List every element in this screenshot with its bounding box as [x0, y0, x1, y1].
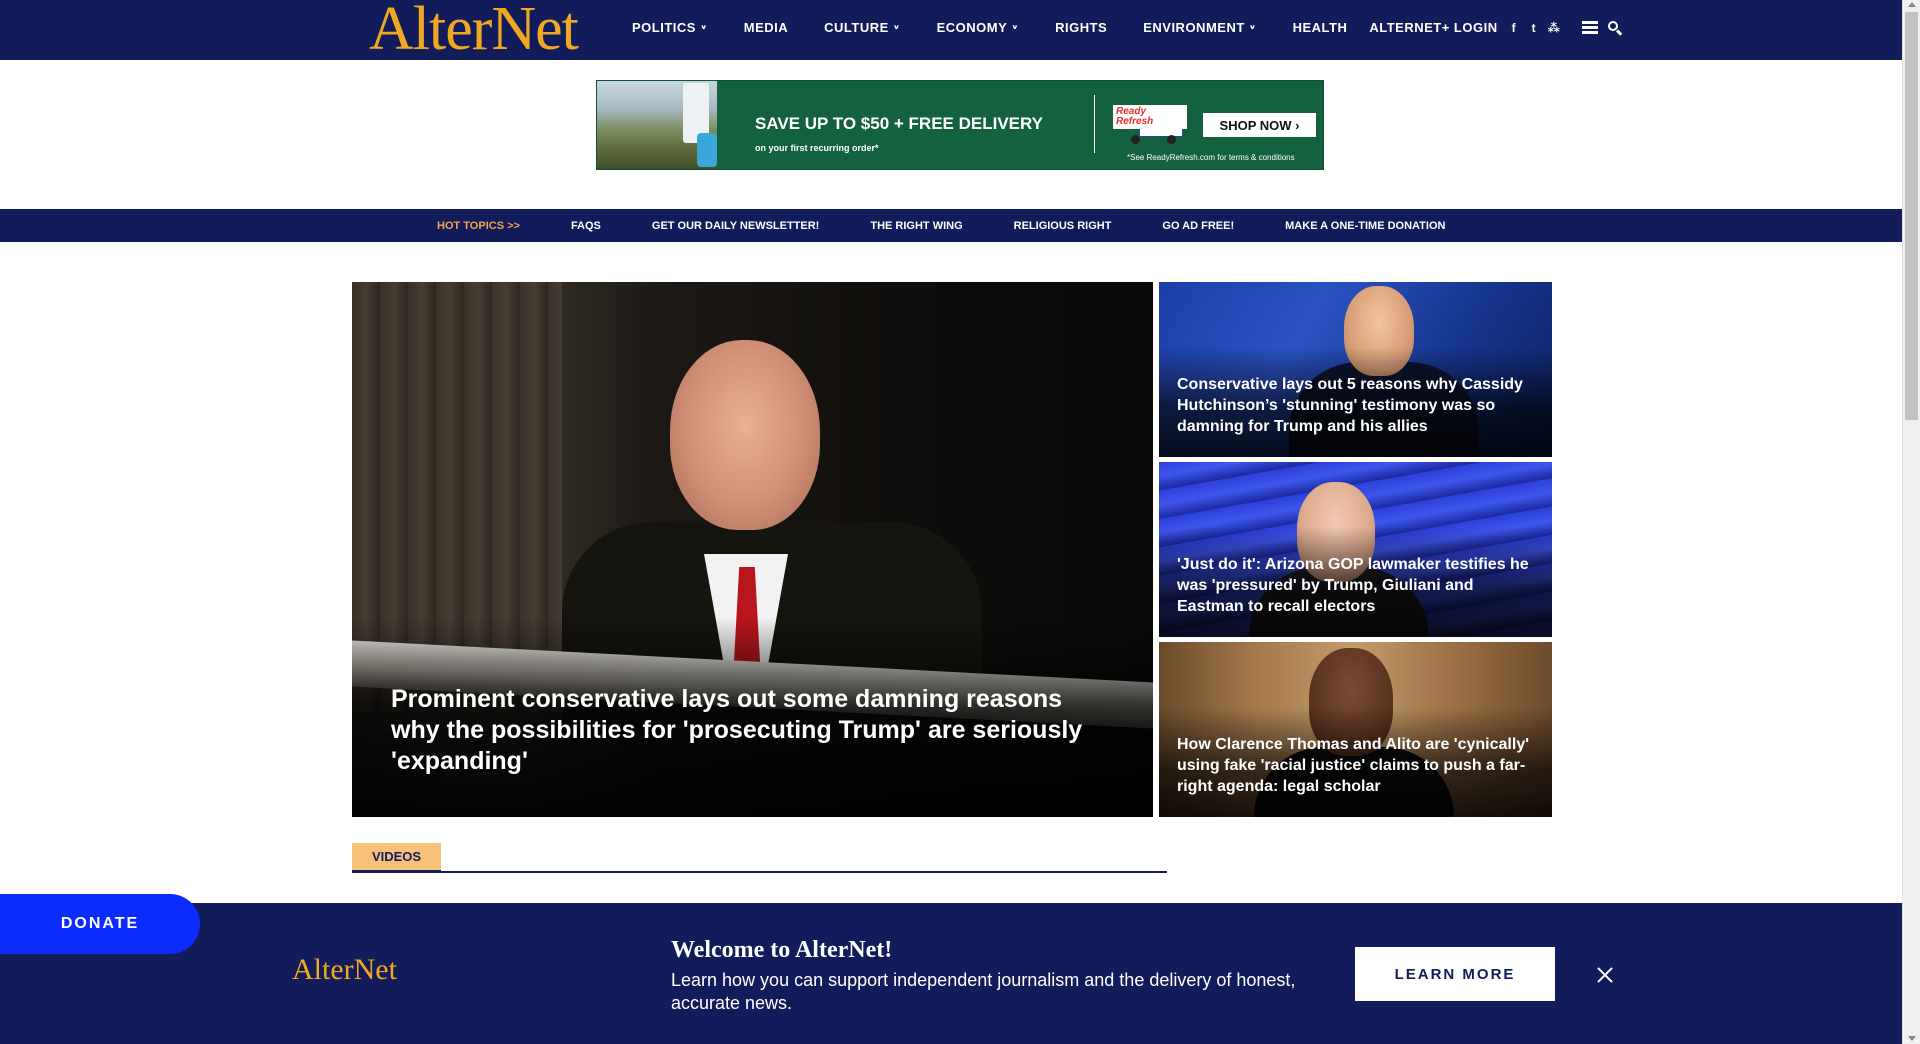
truck-icon: Ready Refresh — [1109, 103, 1187, 145]
shop-now-button[interactable]: SHOP NOW › — [1203, 113, 1316, 137]
side-story-title[interactable]: 'Just do it': Arizona GOP lawmaker testi… — [1177, 554, 1537, 617]
learn-more-button[interactable]: LEARN MORE — [1355, 947, 1555, 1001]
menu-icon[interactable] — [1581, 21, 1598, 34]
ad-brand-logo: Ready Refresh — [1113, 105, 1187, 129]
chevron-down-icon: ∨ — [699, 23, 708, 31]
welcome-banner: AlterNet Welcome to AlterNet! Learn how … — [0, 903, 1902, 1044]
videos-section-tab[interactable]: VIDEOS — [352, 843, 441, 872]
nav-politics-label: POLITICS — [632, 20, 696, 35]
ad-headline: SAVE UP TO $50 + FREE DELIVERY — [755, 114, 1043, 133]
subnav-faqs[interactable]: FAQS — [571, 220, 601, 232]
subnav-religious-right[interactable]: RELIGIOUS RIGHT — [1014, 220, 1112, 232]
nav-culture-label: CULTURE — [824, 20, 889, 35]
water-bottle-image — [697, 133, 717, 167]
side-story-card[interactable]: Conservative lays out 5 reasons why Cass… — [1159, 282, 1552, 457]
chevron-down-icon: ∨ — [1011, 23, 1020, 31]
main-nav-links: POLITICS ∨ MEDIA CULTURE ∨ ECONOMY ∨ RIG… — [632, 0, 1622, 55]
videos-divider — [352, 871, 1167, 873]
subnav-right-wing[interactable]: THE RIGHT WING — [870, 220, 962, 232]
rss-icon[interactable]: ⁂ — [1548, 21, 1560, 35]
ad-divider — [1094, 95, 1095, 153]
ad-subline: on your first recurring order* — [755, 143, 879, 153]
ad-image — [597, 81, 717, 169]
top-nav: AlterNet POLITICS ∨ MEDIA CULTURE ∨ ECON… — [0, 0, 1902, 60]
donate-button[interactable]: DONATE — [0, 894, 200, 954]
welcome-text: Learn how you can support independent jo… — [671, 970, 1296, 1013]
subnav-ad-free[interactable]: GO AD FREE! — [1162, 220, 1234, 232]
nav-environment[interactable]: ENVIRONMENT ∨ — [1143, 20, 1256, 35]
subnav-donation[interactable]: MAKE A ONE-TIME DONATION — [1285, 220, 1445, 232]
social-links: f t ⁂ — [1508, 21, 1560, 35]
side-story-card[interactable]: 'Just do it': Arizona GOP lawmaker testi… — [1159, 462, 1552, 637]
secondary-nav: HOT TOPICS >> FAQS GET OUR DAILY NEWSLET… — [0, 209, 1902, 242]
welcome-logo: AlterNet — [292, 953, 397, 986]
site-logo[interactable]: AlterNet — [369, 0, 579, 60]
nav-tools — [1581, 20, 1622, 36]
login-label: ALTERNET+ LOGIN — [1369, 20, 1498, 35]
side-story-card[interactable]: How Clarence Thomas and Alito are 'cynic… — [1159, 642, 1552, 817]
scroll-down-arrow-icon[interactable] — [1908, 1036, 1916, 1041]
nav-rights-label: RIGHTS — [1055, 20, 1108, 35]
facebook-icon[interactable]: f — [1508, 21, 1520, 35]
login-link[interactable]: ALTERNET+ LOGIN — [1369, 20, 1497, 35]
nav-media-label: MEDIA — [743, 20, 789, 35]
search-icon[interactable] — [1607, 20, 1622, 36]
subnav-hot-topics[interactable]: HOT TOPICS >> — [437, 220, 520, 232]
main-story-title[interactable]: Prominent conservative lays out some dam… — [391, 684, 1111, 777]
nav-rights[interactable]: RIGHTS — [1055, 20, 1107, 35]
nav-politics[interactable]: POLITICS ∨ — [632, 20, 708, 35]
subnav-newsletter[interactable]: GET OUR DAILY NEWSLETTER! — [652, 220, 819, 232]
scroll-up-arrow-icon[interactable] — [1908, 2, 1916, 7]
nav-culture[interactable]: CULTURE ∨ — [824, 20, 900, 35]
side-story-title[interactable]: Conservative lays out 5 reasons why Cass… — [1177, 374, 1537, 437]
nav-economy[interactable]: ECONOMY ∨ — [937, 20, 1019, 35]
side-story-title[interactable]: How Clarence Thomas and Alito are 'cynic… — [1177, 734, 1537, 797]
chevron-down-icon: ∨ — [892, 23, 901, 31]
chevron-down-icon: ∨ — [1248, 23, 1257, 31]
ad-banner[interactable]: SAVE UP TO $50 + FREE DELIVERY on your f… — [596, 80, 1324, 170]
nav-health[interactable]: HEALTH — [1293, 20, 1348, 35]
page-scrollbar[interactable] — [1902, 0, 1920, 1044]
secondary-nav-items: HOT TOPICS >> FAQS GET OUR DAILY NEWSLET… — [437, 209, 1496, 242]
scrollbar-thumb[interactable] — [1905, 12, 1918, 420]
welcome-title: Welcome to AlterNet! — [671, 937, 893, 963]
twitter-icon[interactable]: t — [1528, 21, 1540, 35]
nav-economy-label: ECONOMY — [936, 20, 1008, 35]
ad-terms: *See ReadyRefresh.com for terms & condit… — [1127, 153, 1295, 162]
close-icon[interactable] — [1596, 966, 1614, 984]
nav-media[interactable]: MEDIA — [744, 20, 788, 35]
nav-health-label: HEALTH — [1292, 20, 1348, 35]
main-story-card[interactable]: Prominent conservative lays out some dam… — [352, 282, 1153, 817]
nav-environment-label: ENVIRONMENT — [1143, 20, 1245, 35]
